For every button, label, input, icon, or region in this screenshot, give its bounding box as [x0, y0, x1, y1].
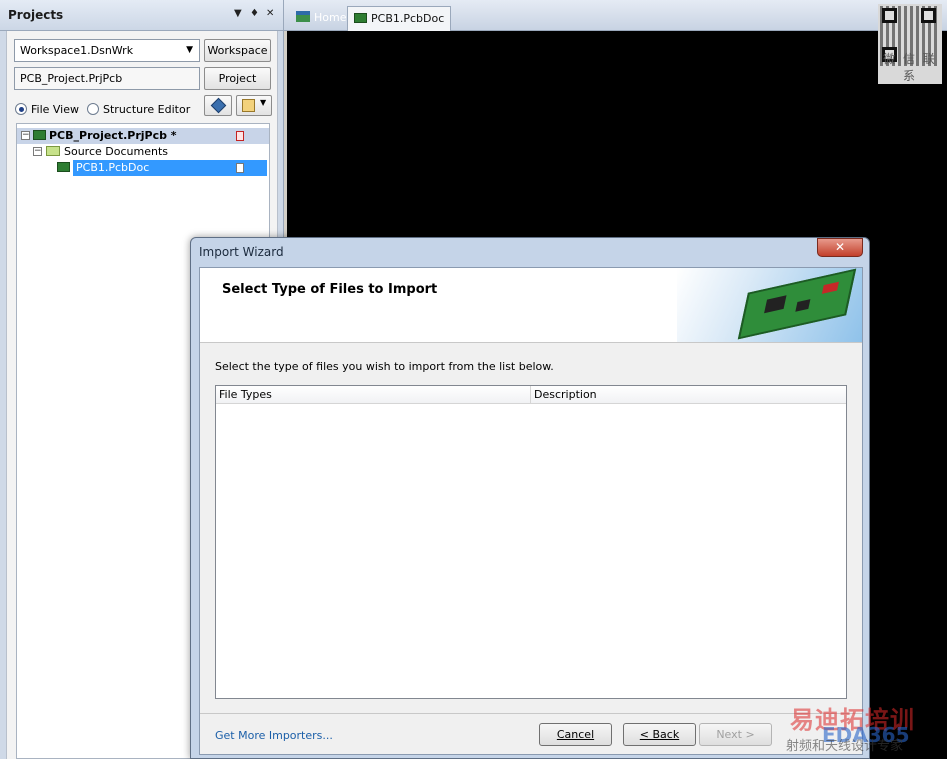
document-options-icon [242, 99, 255, 112]
chevron-down-icon: ▼ [186, 45, 193, 55]
file-view-radio[interactable] [15, 103, 27, 115]
folder-icon [46, 146, 60, 156]
modified-document-icon [236, 131, 244, 141]
panel-close-icon[interactable]: ✕ [266, 8, 274, 19]
structure-editor-radio[interactable] [87, 103, 100, 115]
dialog-heading: Select Type of Files to Import [222, 282, 438, 297]
tree-item-source-documents[interactable]: − Source Documents [17, 144, 269, 160]
import-wizard-dialog: Import Wizard ✕ Select Type of Files to … [190, 237, 870, 759]
pcb-project-icon [33, 130, 46, 140]
next-button[interactable]: Next > [699, 723, 772, 746]
chip-icon [764, 295, 787, 314]
cancel-button[interactable]: Cancel [539, 723, 612, 746]
tree-item-label: Source Documents [64, 145, 168, 158]
chevron-down-icon: ▼ [260, 98, 267, 107]
dialog-client: Select Type of Files to Import Select th… [199, 267, 863, 755]
footer-divider [200, 713, 862, 714]
qr-code: 微 信 联 系 [878, 4, 942, 84]
document-tabbar: Home PCB1.PcbDoc [284, 0, 947, 31]
column-file-types[interactable]: File Types [219, 388, 272, 401]
document-icon [236, 163, 244, 173]
watermark-logo: 易迪拓培训 EDA365 射频和天线设计专家 [786, 692, 944, 759]
pin-icon[interactable]: ♦ [250, 8, 259, 19]
collapse-icon[interactable]: − [21, 131, 30, 140]
project-button[interactable]: Project [204, 67, 271, 90]
chip-icon [795, 299, 811, 312]
get-more-importers-link[interactable]: Get More Importers... [215, 729, 333, 742]
layers-button[interactable] [204, 95, 232, 116]
chip-icon [821, 281, 839, 294]
pcb-board-image [677, 268, 862, 342]
qr-label: 微 信 联 系 [883, 52, 937, 83]
circuit-board-icon [737, 268, 857, 340]
file-view-label[interactable]: File View [31, 103, 79, 116]
structure-editor-label[interactable]: Structure Editor [103, 103, 190, 116]
tab-home-label: Home [314, 11, 347, 24]
pcb-doc-icon [57, 162, 70, 172]
project-field[interactable]: PCB_Project.PrjPcb [14, 67, 200, 90]
list-header: File Types Description [216, 386, 846, 404]
tab-home[interactable]: Home [290, 6, 352, 31]
project-options-button[interactable]: ▼ [236, 95, 272, 116]
projects-panel-title: Projects [8, 8, 64, 22]
file-types-list[interactable]: File Types Description [215, 385, 847, 699]
back-button[interactable]: < Back [623, 723, 696, 746]
panel-menu-icon[interactable]: ▼ [234, 8, 242, 19]
watermark-subtitle: 射频和天线设计专家 [786, 739, 904, 754]
workspace-combo[interactable]: Workspace1.DsnWrk ▼ [14, 39, 200, 62]
qr-finder [882, 8, 897, 23]
pcb-doc-icon [354, 13, 367, 23]
column-divider[interactable] [530, 386, 531, 404]
tab-pcb1-label: PCB1.PcbDoc [371, 12, 445, 25]
tree-item-label: PCB_Project.PrjPcb * [49, 129, 177, 142]
tab-pcb1[interactable]: PCB1.PcbDoc [347, 6, 452, 31]
dialog-title: Import Wizard [199, 245, 284, 259]
close-button[interactable]: ✕ [817, 238, 863, 257]
workspace-combo-value: Workspace1.DsnWrk [20, 44, 134, 57]
view-mode-options: File View Structure Editor [15, 100, 190, 118]
column-description[interactable]: Description [534, 388, 597, 401]
qr-finder [921, 8, 936, 23]
home-icon [296, 11, 310, 22]
tree-item-label: PCB1.PcbDoc [76, 161, 150, 174]
tree-item-project[interactable]: − PCB_Project.PrjPcb * [17, 128, 269, 144]
projects-panel-header: Projects ▼ ♦ ✕ [0, 0, 283, 31]
workspace-button[interactable]: Workspace [204, 39, 271, 62]
project-field-value: PCB_Project.PrjPcb [20, 72, 123, 85]
collapse-icon[interactable]: − [33, 147, 42, 156]
tree-item-pcb-doc[interactable]: PCB1.PcbDoc [57, 160, 267, 176]
layers-icon [210, 97, 227, 114]
instruction-text: Select the type of files you wish to imp… [215, 360, 554, 373]
dialog-banner: Select Type of Files to Import [200, 268, 862, 343]
